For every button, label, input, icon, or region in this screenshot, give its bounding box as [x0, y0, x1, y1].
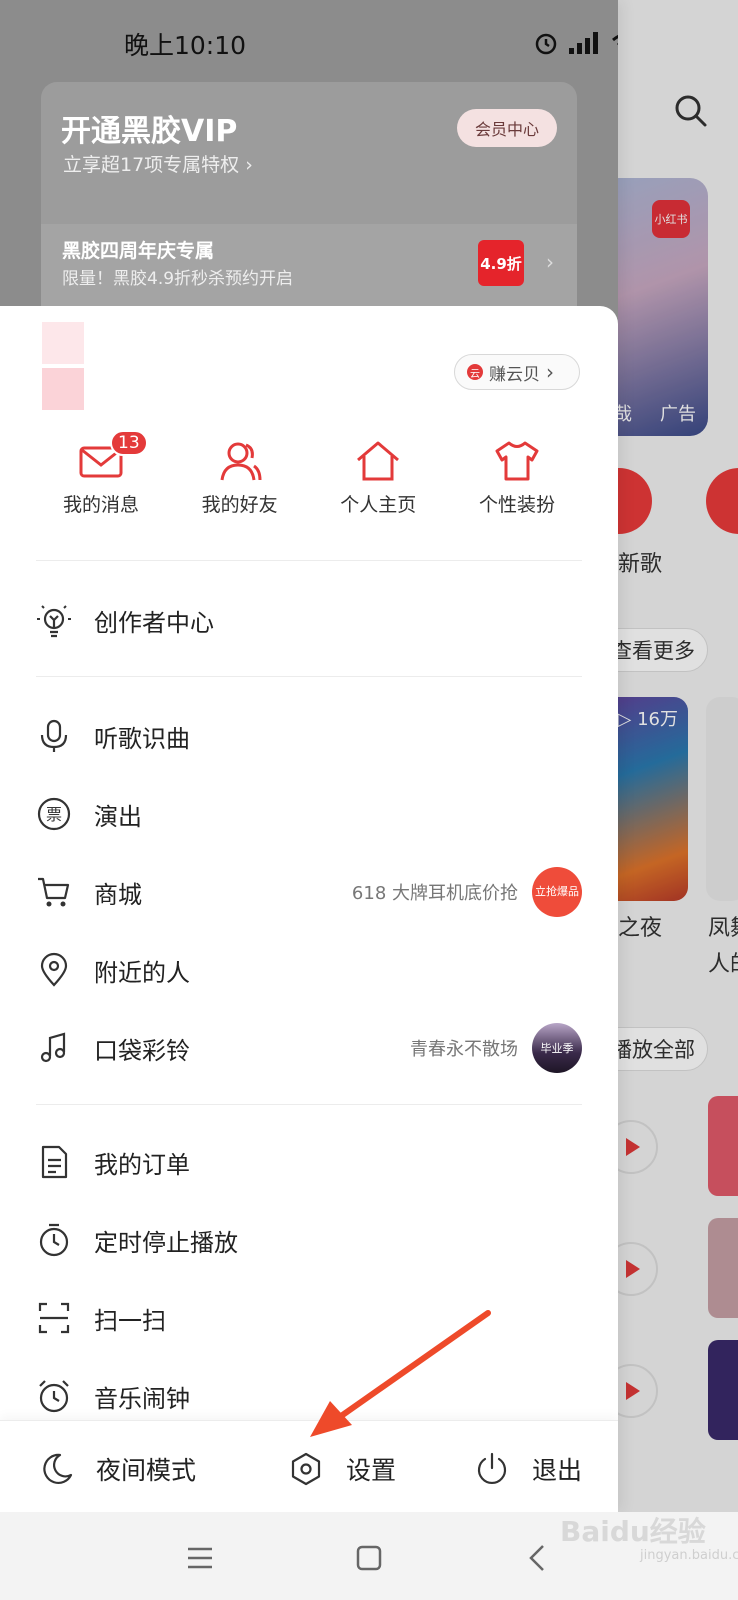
home-icon	[357, 441, 400, 481]
mall-promo-badge: 立抢爆品	[532, 867, 582, 917]
divider	[36, 1104, 582, 1105]
menu-mall-label: 商城	[94, 880, 142, 909]
earn-yunbei-button[interactable]: 云 赚云贝 ›	[454, 354, 580, 390]
menu-mall[interactable]: 商城 618 大牌耳机底价抢 立抢爆品	[36, 862, 582, 922]
discount-badge: 4.9折	[478, 240, 524, 286]
quick-messages-label: 我的消息	[62, 494, 139, 516]
annotation-arrow-icon	[310, 1310, 491, 1437]
avatar[interactable]	[42, 322, 84, 410]
watermark-sub: jingyan.baidu.com	[640, 1548, 738, 1563]
music-note-icon	[40, 1032, 66, 1063]
back-icon[interactable]	[520, 1540, 556, 1576]
ringtone-promo: 青春永不散场 毕业季	[410, 1023, 582, 1073]
menu-orders-label: 我的订单	[94, 1150, 190, 1179]
menu-icon[interactable]	[182, 1540, 218, 1576]
menu-nearby-label: 附近的人	[94, 958, 190, 987]
document-icon	[41, 1145, 68, 1179]
quick-messages[interactable]: 13 我的消息	[36, 430, 166, 528]
menu-nearby[interactable]: 附近的人	[36, 940, 582, 1000]
wifi-icon	[612, 34, 618, 45]
menu-orders[interactable]: 我的订单	[36, 1132, 582, 1192]
vip-title: 开通黑胶VIP	[61, 114, 238, 149]
menu-ringtone[interactable]: 口袋彩铃 青春永不散场 毕业季	[36, 1018, 582, 1078]
ticket-icon: 票	[37, 797, 71, 831]
night-mode-label: 夜间模式	[96, 1456, 197, 1485]
quick-homepage-label: 个人主页	[340, 494, 417, 516]
chevron-right-icon: ›	[546, 360, 554, 384]
menu-ringtone-label: 口袋彩铃	[94, 1036, 190, 1065]
friends-icon	[220, 442, 262, 481]
menu-creator-center[interactable]: 创作者中心	[36, 590, 582, 650]
mall-promo: 618 大牌耳机底价抢 立抢爆品	[352, 867, 582, 917]
quick-friends[interactable]: 我的好友	[175, 438, 305, 528]
menu-identify-song-label: 听歌识曲	[94, 724, 190, 753]
logout-label: 退出	[532, 1456, 583, 1485]
vip-subtitle: 立享超17项专属特权 ›	[63, 154, 253, 176]
status-time: 晚上10:10	[124, 31, 247, 60]
menu-identify-song[interactable]: 听歌识曲	[36, 706, 582, 766]
menu-sleep-timer[interactable]: 定时停止播放	[36, 1210, 582, 1270]
quick-dress-up[interactable]: 个性装扮	[452, 438, 582, 528]
moon-icon	[43, 1453, 73, 1484]
alarm-status-icon	[535, 33, 557, 55]
side-drawer: 晚上10:10 51 开通黑胶VIP 立享超17项专属特权 › 会员中心 黑胶四…	[0, 0, 618, 1512]
divider	[36, 676, 582, 677]
vip-promo-subtitle: 限量！黑胶4.9折秒杀预约开启	[62, 269, 294, 289]
quick-homepage[interactable]: 个人主页	[313, 438, 443, 528]
watermark: Baidu经验	[560, 1515, 706, 1548]
ringtone-cover: 毕业季	[532, 1023, 582, 1073]
alarm-clock-icon	[39, 1380, 69, 1413]
menu-show[interactable]: 票 演出	[36, 784, 582, 844]
earn-yunbei-label: 赚云贝	[489, 364, 540, 385]
divider	[36, 560, 582, 561]
settings-hexagon-icon	[291, 1452, 321, 1486]
quick-dress-up-label: 个性装扮	[478, 494, 555, 516]
menu-creator-center-label: 创作者中心	[94, 608, 214, 637]
settings-label: 设置	[346, 1456, 397, 1485]
microphone-icon	[40, 719, 68, 752]
scan-icon	[38, 1302, 70, 1334]
logout-button[interactable]: 退出	[474, 1451, 582, 1487]
quick-actions: 13 我的消息 我的好友 个人主页 个性装扮	[36, 430, 582, 528]
timer-icon	[39, 1223, 69, 1257]
vip-card[interactable]: 开通黑胶VIP 立享超17项专属特权 › 会员中心 黑胶四周年庆专属 限量！黑胶…	[41, 82, 577, 322]
menu-show-label: 演出	[94, 802, 142, 831]
settings-button[interactable]: 设置	[288, 1451, 396, 1487]
member-center-button[interactable]: 会员中心	[457, 109, 557, 147]
menu-music-alarm-label: 音乐闹钟	[94, 1384, 190, 1413]
yunbei-icon: 云	[467, 364, 483, 380]
ringtone-promo-text: 青春永不散场	[410, 1039, 518, 1060]
menu-scan-label: 扫一扫	[94, 1306, 166, 1335]
signal-icon	[569, 32, 598, 54]
cart-icon	[38, 877, 70, 907]
svg-text:票: 票	[46, 805, 62, 824]
menu-sleep-timer-label: 定时停止播放	[94, 1228, 238, 1257]
night-mode-button[interactable]: 夜间模式	[38, 1451, 196, 1487]
mall-promo-text: 618 大牌耳机底价抢	[351, 883, 518, 904]
home-square-icon[interactable]	[351, 1540, 387, 1576]
location-pin-icon	[40, 952, 68, 987]
tshirt-icon	[495, 441, 539, 481]
quick-friends-label: 我的好友	[201, 494, 278, 516]
chevron-right-icon: ›	[546, 250, 554, 274]
lightbulb-icon	[37, 605, 71, 638]
message-count-badge: 13	[110, 430, 148, 456]
status-icons: 51	[533, 28, 618, 58]
power-icon	[477, 1452, 507, 1484]
vip-promo-title: 黑胶四周年庆专属	[62, 240, 215, 262]
